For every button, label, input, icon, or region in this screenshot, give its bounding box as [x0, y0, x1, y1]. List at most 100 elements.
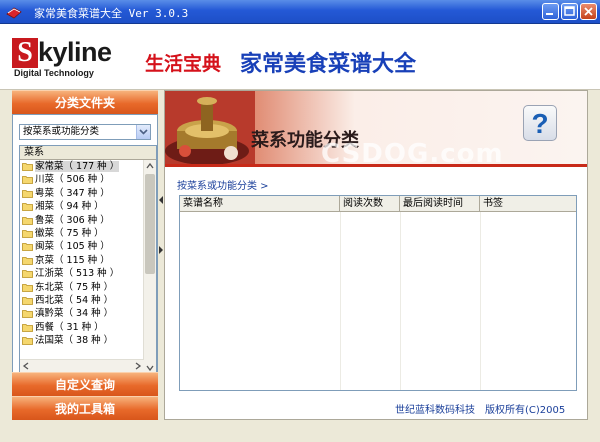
my-toolbox-button[interactable]: 我的工具箱 — [12, 396, 158, 420]
slogan-app-name: 家常美食菜谱大全 — [240, 52, 417, 77]
tree-header: 菜系 — [20, 146, 156, 160]
scroll-up-button[interactable] — [144, 160, 156, 172]
column-last-read-time[interactable]: 最后阅读时间 — [400, 196, 480, 212]
cuisine-tree: 菜系 家常菜（ 177 种 ） 川菜（ 506 种 ）粤菜（ 347 种 ） 湘菜（… — [19, 145, 157, 373]
tree-item-label: 湘菜（ 94 种 ） — [35, 201, 104, 213]
banner-divider — [165, 164, 587, 167]
tree-item[interactable]: 法国菜（ 38 种 ） — [20, 334, 156, 347]
app-icon — [6, 7, 22, 19]
maximize-button[interactable] — [561, 3, 578, 20]
title-bar: 家常美食菜谱大全 Ver 3.0.3 — [0, 0, 600, 24]
tree-item[interactable]: 川菜（ 506 种 ） — [20, 173, 156, 186]
tree-item-label: 西北菜（ 54 种 ） — [35, 294, 114, 306]
help-button[interactable]: ? — [523, 105, 557, 141]
chevron-left-icon — [22, 362, 29, 370]
minimize-button[interactable] — [542, 3, 559, 20]
scroll-left-button[interactable] — [20, 360, 32, 372]
table-header: 菜谱名称 阅读次数 最后阅读时间 书签 — [180, 196, 576, 212]
tree-item[interactable]: 西北菜（ 54 种 ） — [20, 294, 156, 307]
folder-icon — [22, 243, 33, 252]
tree-item[interactable]: 粤菜（ 347 种 ） — [20, 187, 156, 200]
tree-item-label: 东北菜（ 75 种 ） — [35, 281, 114, 293]
folder-icon — [22, 189, 33, 198]
folder-icon — [22, 337, 33, 345]
tree-list: 家常菜（ 177 种 ） 川菜（ 506 种 ）粤菜（ 347 种 ） 湘菜（ 94… — [20, 160, 156, 347]
column-bookmark[interactable]: 书签 — [480, 196, 576, 212]
tree-item[interactable]: 西餐（ 31 种 ） — [20, 321, 156, 334]
tree-item[interactable]: 徽菜（ 75 种 ） — [20, 227, 156, 240]
expand-right-icon — [159, 246, 163, 254]
custom-query-button[interactable]: 自定义查询 — [12, 372, 158, 396]
tree-item-label: 粤菜（ 347 种 ） — [35, 187, 110, 199]
sidebar: 分类文件夹 按菜系或功能分类 菜系 家常菜（ 177 种 ） 川菜（ 506 种 … — [12, 90, 158, 420]
tree-item-label: 家常菜（ 177 种 ） — [35, 161, 120, 172]
tree-item[interactable]: 江浙菜（ 513 种 ） — [20, 267, 156, 280]
breadcrumb[interactable]: 按菜系或功能分类 > — [177, 177, 269, 192]
tree-item-label: 鲁菜（ 306 种 ） — [35, 214, 110, 226]
tree-item-label: 西餐（ 31 种 ） — [35, 321, 104, 333]
hotpot-image — [165, 91, 255, 164]
folder-icon — [22, 216, 33, 225]
collapse-left-icon — [159, 196, 163, 204]
tree-item[interactable]: 滇黔菜（ 34 种 ） — [20, 307, 156, 320]
question-mark-icon: ? — [531, 108, 549, 139]
tree-item-label: 滇黔菜（ 34 种 ） — [35, 308, 114, 320]
scroll-right-button[interactable] — [132, 360, 144, 372]
category-banner: 菜系功能分类 CSDOG.com ? — [165, 91, 587, 164]
column-divider — [480, 212, 481, 390]
skyline-logo: S kyline Digital Technology — [12, 37, 130, 78]
chevron-right-icon — [135, 362, 142, 370]
folder-icon — [22, 203, 33, 212]
logo-subtitle: Digital Technology — [14, 68, 94, 78]
scroll-thumb[interactable] — [145, 174, 155, 274]
folder-icon — [22, 163, 33, 171]
tree-item[interactable]: 鲁菜（ 306 种 ） — [20, 214, 156, 227]
column-divider — [400, 212, 401, 390]
watermark-text: CSDOG.com — [321, 139, 504, 164]
chevron-down-icon — [139, 129, 148, 135]
column-recipe-name[interactable]: 菜谱名称 — [180, 196, 340, 212]
folder-icon — [22, 256, 33, 265]
tree-item-label: 闽菜（ 105 种 ） — [35, 241, 110, 253]
tree-item-label: 京菜（ 115 种 ） — [35, 254, 110, 266]
folder-icon — [22, 270, 33, 279]
dropdown-arrow-button[interactable] — [136, 125, 150, 139]
folder-icon — [22, 176, 33, 185]
chevron-up-icon — [146, 162, 154, 169]
close-icon — [584, 7, 593, 16]
tree-item-label: 江浙菜（ 513 种 ） — [35, 268, 120, 280]
logo-letter: S — [12, 38, 38, 68]
folder-icon — [22, 323, 33, 332]
tree-item[interactable]: 闽菜（ 105 种 ） — [20, 240, 156, 253]
category-folder-header[interactable]: 分类文件夹 — [12, 90, 158, 114]
logo-word: kyline — [38, 37, 112, 67]
folder-icon — [22, 297, 33, 305]
copyright-text: 世纪蓝科数码科技 版权所有(C)2005 — [395, 405, 566, 416]
tree-item-label: 徽菜（ 75 种 ） — [35, 227, 104, 239]
slogan-life: 生活宝典 — [145, 53, 222, 75]
folder-icon — [22, 283, 33, 292]
tree-item-label: 川菜（ 506 种 ） — [35, 174, 110, 186]
minimize-icon — [546, 13, 553, 15]
recipe-table: 菜谱名称 阅读次数 最后阅读时间 书签 — [179, 195, 577, 391]
category-mode-select[interactable]: 按菜系或功能分类 — [19, 124, 151, 140]
sidebar-body: 按菜系或功能分类 菜系 家常菜（ 177 种 ） 川菜（ 506 种 ）粤菜（ 3… — [12, 114, 158, 374]
category-mode-value: 按菜系或功能分类 — [23, 126, 100, 137]
tree-item-label: 法国菜（ 38 种 ） — [35, 335, 114, 347]
app-header: S kyline Digital Technology 生活宝典 家常美食菜谱大… — [0, 24, 600, 90]
tree-item[interactable]: 湘菜（ 94 种 ） — [20, 200, 156, 213]
folder-icon — [22, 310, 33, 319]
tree-item[interactable]: 京菜（ 115 种 ） — [20, 254, 156, 267]
folder-icon — [22, 230, 33, 238]
window-title: 家常美食菜谱大全 Ver 3.0.3 — [34, 7, 189, 20]
close-button[interactable] — [580, 3, 597, 20]
column-read-count[interactable]: 阅读次数 — [340, 196, 400, 212]
tree-item[interactable]: 东北菜（ 75 种 ） — [20, 281, 156, 294]
main-panel: 菜系功能分类 CSDOG.com ? 按菜系或功能分类 > 菜谱名称 阅读次数 … — [164, 90, 588, 420]
tree-vertical-scrollbar[interactable] — [143, 160, 156, 372]
tree-horizontal-scrollbar[interactable] — [20, 359, 144, 372]
window-bottom-edge — [0, 420, 600, 442]
maximize-icon — [564, 6, 575, 16]
column-divider — [340, 212, 341, 390]
tree-item[interactable]: 家常菜（ 177 种 ） — [20, 160, 156, 173]
